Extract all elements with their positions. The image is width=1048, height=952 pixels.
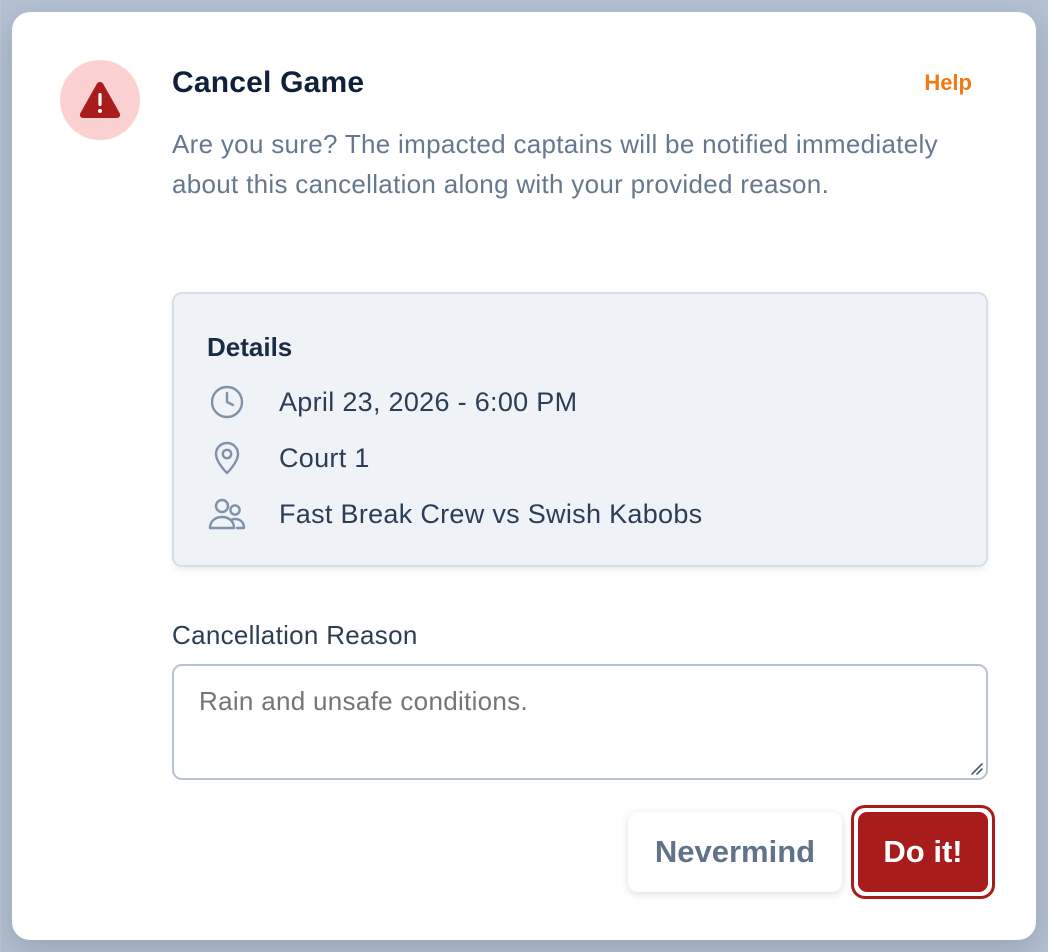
detail-row-date: April 23, 2026 - 6:00 PM xyxy=(207,382,577,422)
map-pin-icon xyxy=(207,438,247,478)
help-link[interactable]: Help xyxy=(924,70,972,96)
game-location: Court 1 xyxy=(279,442,370,473)
game-date-time: April 23, 2026 - 6:00 PM xyxy=(279,386,578,417)
dialog-description: Are you sure? The impacted captains will… xyxy=(172,129,938,199)
textarea-resize-handle[interactable] xyxy=(968,760,984,776)
warning-triangle-icon xyxy=(79,82,121,118)
cancellation-reason-input[interactable] xyxy=(172,664,988,780)
confirm-cancel-button[interactable]: Do it! xyxy=(858,812,988,892)
nevermind-button[interactable]: Nevermind xyxy=(628,812,842,892)
details-card: Details April 23, 2026 - 6:00 PM Court 1 xyxy=(172,292,988,567)
cancellation-reason-label: Cancellation Reason xyxy=(172,620,418,650)
clock-icon xyxy=(207,382,247,422)
detail-row-location: Court 1 xyxy=(207,438,370,478)
cancel-game-dialog: Cancel Game Help Are you sure? The impac… xyxy=(12,12,1036,940)
dialog-title: Cancel Game xyxy=(172,66,365,99)
detail-row-teams: Fast Break Crew vs Swish Kabobs xyxy=(207,494,702,534)
users-icon xyxy=(207,494,247,534)
details-heading: Details xyxy=(207,332,293,362)
game-matchup: Fast Break Crew vs Swish Kabobs xyxy=(279,498,703,529)
alert-badge xyxy=(60,60,140,140)
